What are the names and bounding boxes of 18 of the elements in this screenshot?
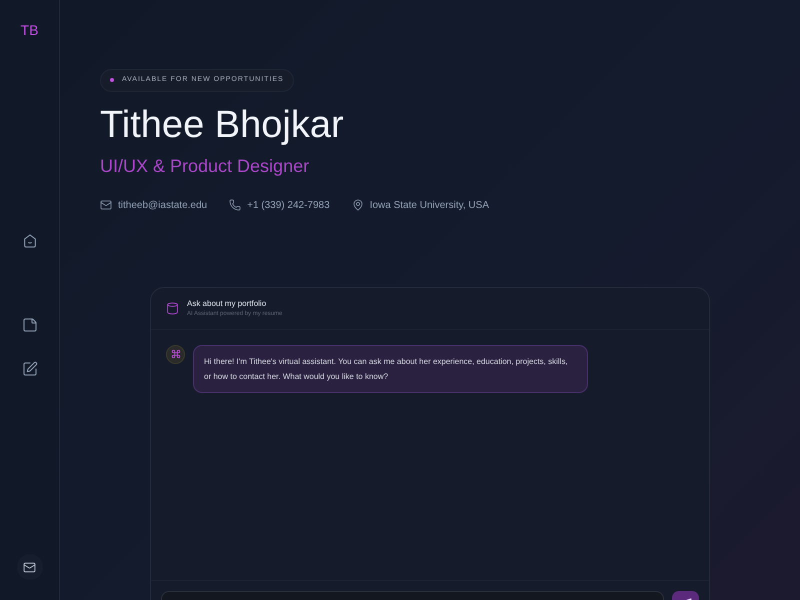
cylinder-icon [166,302,179,314]
logo[interactable]: TB [20,20,38,40]
home-icon[interactable] [22,233,38,249]
chat-message: Hi there! I'm Tithee's virtual assistant. You can ask me about her experience, education, projects, skills, or how to contact her. What would you like to know? [193,344,588,392]
mail-icon [23,560,36,574]
chat-title: Ask about my portfolio [187,298,268,310]
email-icon [100,199,112,211]
contact-text: Iowa State University, USA [370,198,489,212]
location-icon [352,199,364,211]
note-icon[interactable] [22,317,38,333]
job-title: UI/UX & Product Designer [100,154,310,178]
assistant-avatar [166,344,185,364]
phone-icon [229,199,242,211]
contact-text: +1 (339) 242-7983 [247,198,330,212]
edit-icon[interactable] [22,361,38,377]
person-name: Tithee Bhojkar [100,102,345,148]
mail-button[interactable] [16,554,42,580]
contact-text: titheeb@iastate.edu [118,198,208,212]
